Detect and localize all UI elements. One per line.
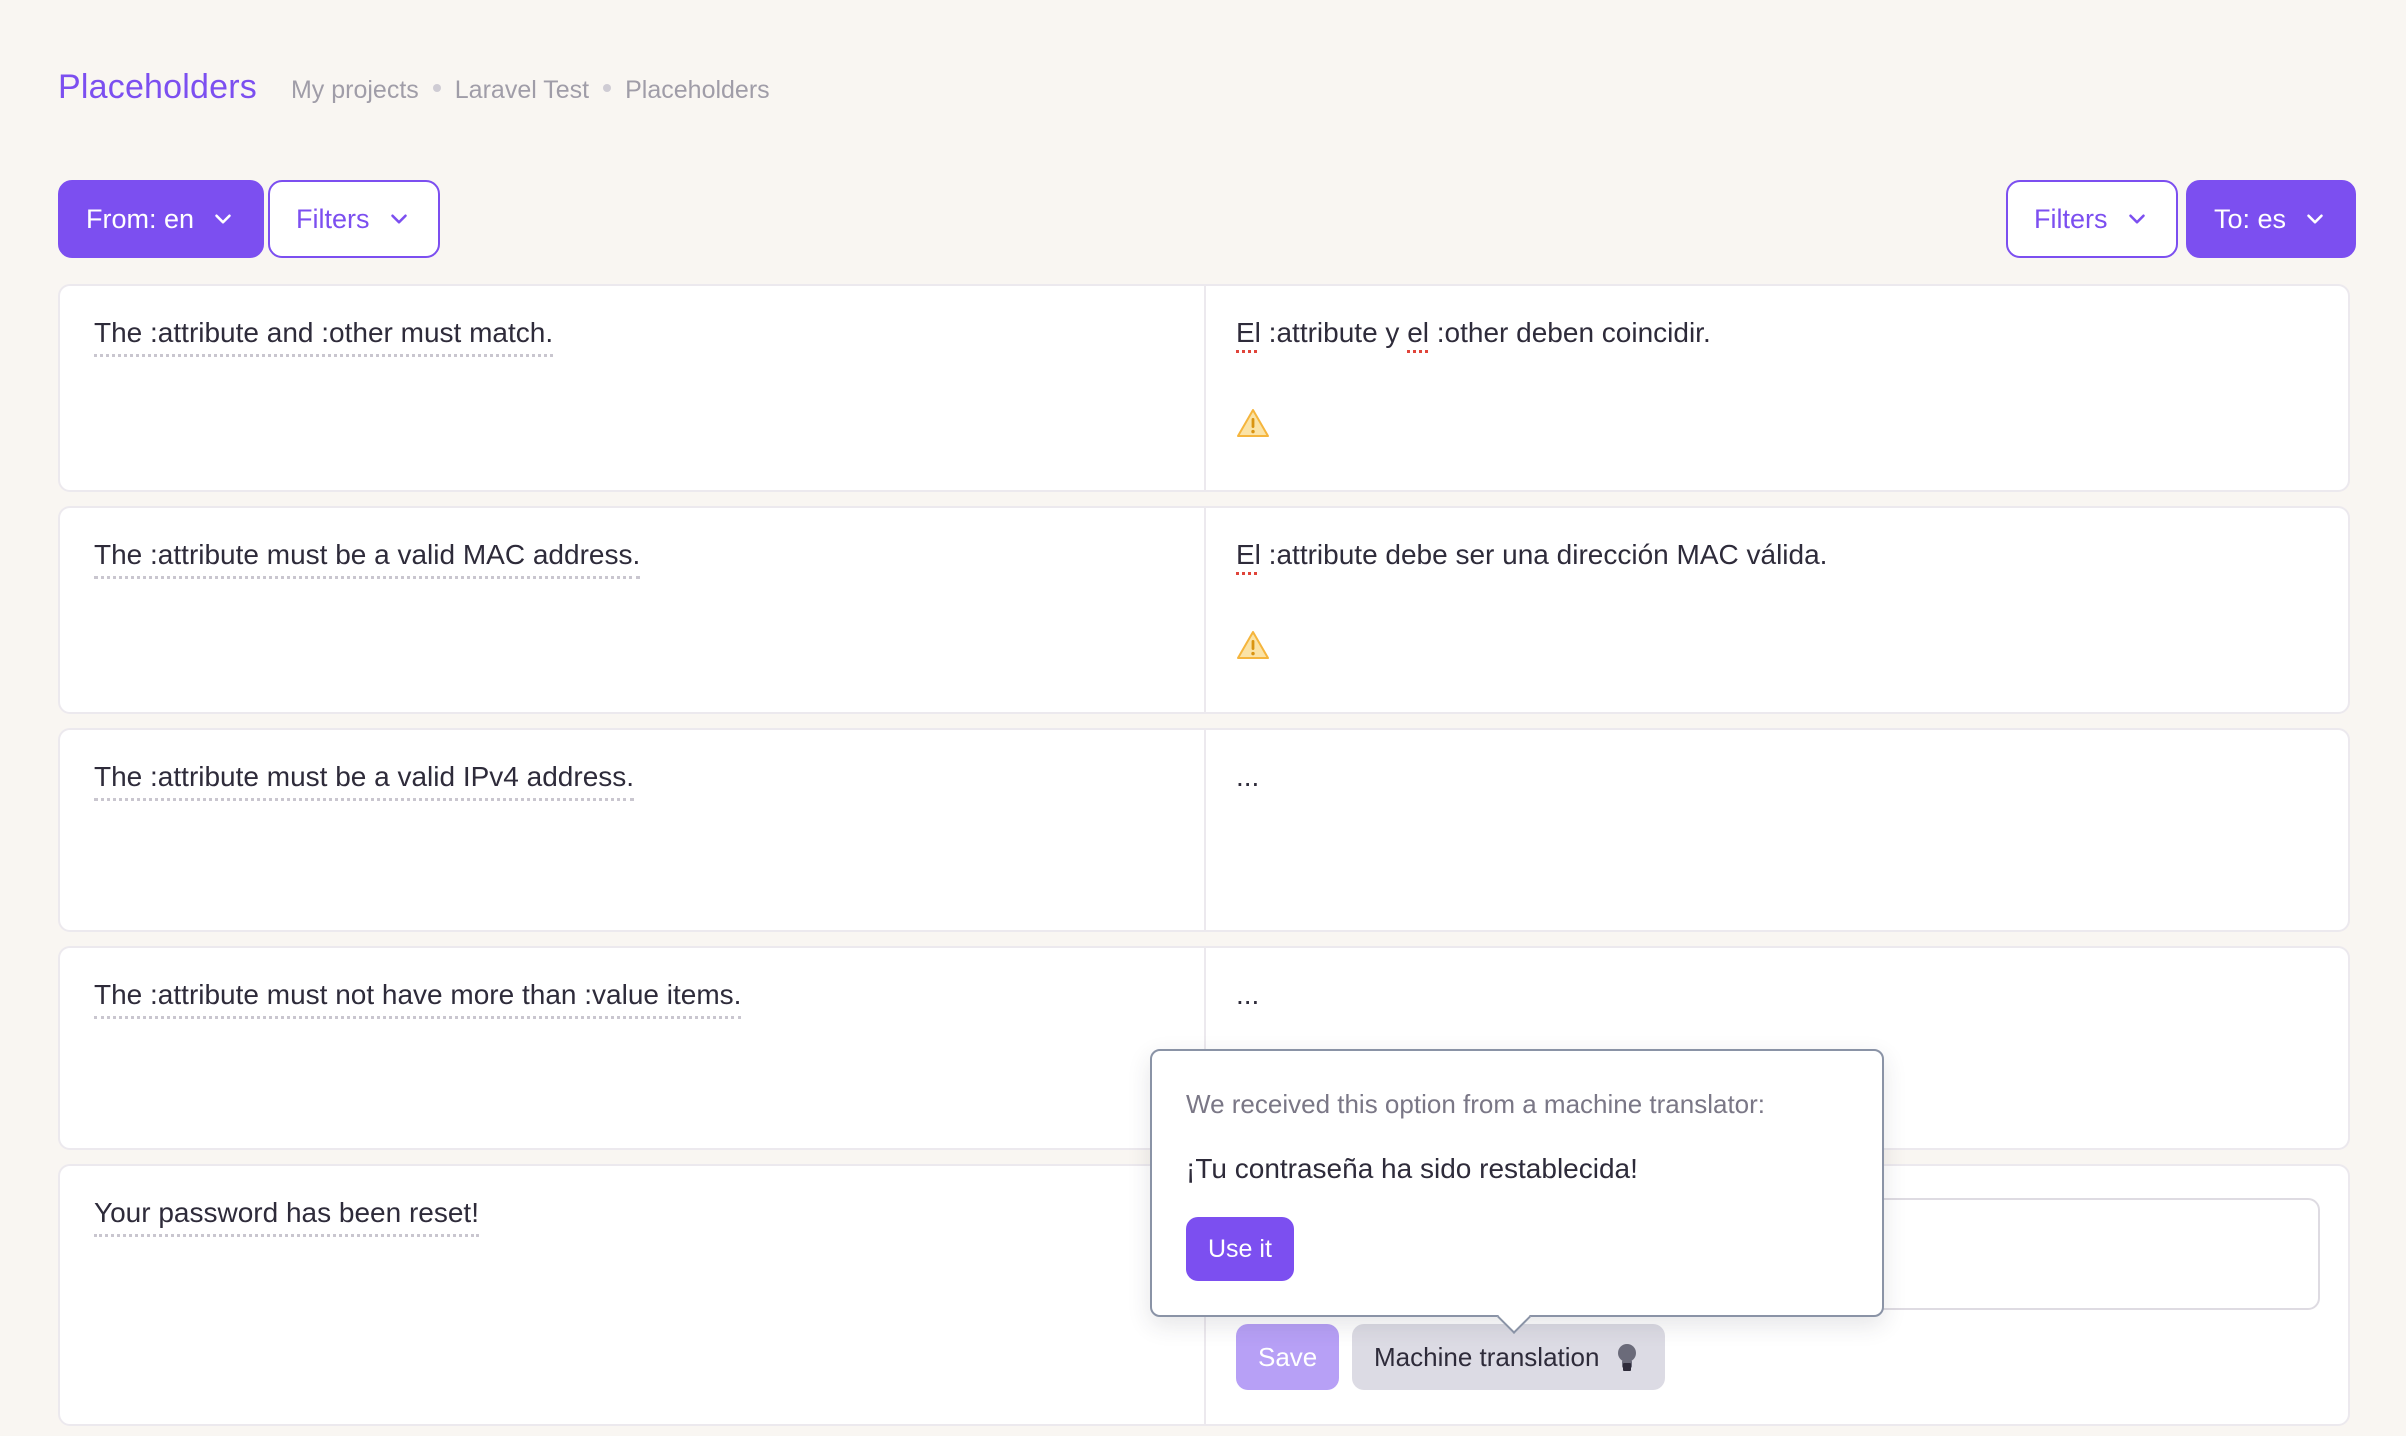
breadcrumb-item-my-projects[interactable]: My projects xyxy=(291,76,419,105)
column-divider xyxy=(1204,286,1206,490)
column-divider xyxy=(1204,730,1206,930)
popover-label: We received this option from a machine t… xyxy=(1186,1089,1766,1119)
target-text-empty[interactable]: ... xyxy=(1236,978,1259,1012)
source-filters-label: Filters xyxy=(296,203,370,234)
column-divider xyxy=(1204,508,1206,712)
to-language-label: To: es xyxy=(2214,203,2287,234)
target-text[interactable]: El :attribute debe ser una dirección MAC… xyxy=(1236,538,1827,572)
target-text-segment: :other deben coincidir. xyxy=(1429,317,1711,348)
machine-translation-button[interactable]: Machine translation xyxy=(1352,1324,1666,1390)
source-text: Your password has been reset! xyxy=(94,1196,479,1237)
source-text: The :attribute must be a valid IPv4 addr… xyxy=(94,760,635,801)
page: Placeholders My projects Laravel Test Pl… xyxy=(0,0,2406,1436)
breadcrumb-item-current: Placeholders xyxy=(625,76,770,104)
spelling-error-word[interactable]: el xyxy=(1407,317,1429,348)
target-text-segment: :attribute debe ser una dirección MAC vá… xyxy=(1260,539,1828,570)
spelling-error-word[interactable]: El xyxy=(1236,317,1261,348)
use-it-button[interactable]: Use it xyxy=(1186,1217,1294,1281)
source-text: The :attribute and :other must match. xyxy=(94,316,554,357)
save-button[interactable]: Save xyxy=(1236,1324,1340,1390)
from-language-dropdown[interactable]: From: en xyxy=(58,180,265,258)
source-text: The :attribute must not have more than :… xyxy=(94,978,742,1019)
translation-row: The :attribute must be a valid MAC addre… xyxy=(58,506,2350,714)
to-language-dropdown[interactable]: To: es xyxy=(2186,180,2357,258)
warning-icon[interactable] xyxy=(1236,408,1270,438)
target-text-segment: :attribute y xyxy=(1260,317,1408,348)
target-text[interactable]: El :attribute y el :other deben coincidi… xyxy=(1236,316,1711,350)
translation-row: The :attribute must be a valid IPv4 addr… xyxy=(58,728,2350,932)
page-header: Placeholders My projects Laravel Test Pl… xyxy=(58,68,770,107)
target-text-empty[interactable]: ... xyxy=(1236,760,1259,794)
from-language-label: From: en xyxy=(86,203,195,234)
chevron-down-icon xyxy=(210,206,236,232)
machine-translation-suggestion: ¡Tu contraseña ha sido restablecida! xyxy=(1186,1153,1638,1184)
translation-row: The :attribute and :other must match. El… xyxy=(58,284,2350,492)
chevron-down-icon xyxy=(386,206,412,232)
breadcrumb-item-project[interactable]: Laravel Test xyxy=(455,76,589,105)
breadcrumb-separator xyxy=(432,83,441,92)
machine-translation-label: Machine translation xyxy=(1374,1341,1600,1372)
breadcrumb: My projects Laravel Test Placeholders xyxy=(291,76,770,105)
breadcrumb-separator xyxy=(603,83,612,92)
lightbulb-icon xyxy=(1618,1344,1637,1371)
chevron-down-icon xyxy=(2302,206,2328,232)
source-filters-dropdown[interactable]: Filters xyxy=(268,180,440,258)
page-title: Placeholders xyxy=(58,68,257,106)
spelling-error-word[interactable]: El xyxy=(1236,539,1261,570)
chevron-down-icon xyxy=(2124,206,2150,232)
warning-icon[interactable] xyxy=(1236,630,1270,660)
machine-translation-popover: We received this option from a machine t… xyxy=(1150,1049,1884,1334)
target-filters-label: Filters xyxy=(2034,203,2108,234)
source-text: The :attribute must be a valid MAC addre… xyxy=(94,538,641,579)
target-filters-dropdown[interactable]: Filters xyxy=(2006,180,2178,258)
